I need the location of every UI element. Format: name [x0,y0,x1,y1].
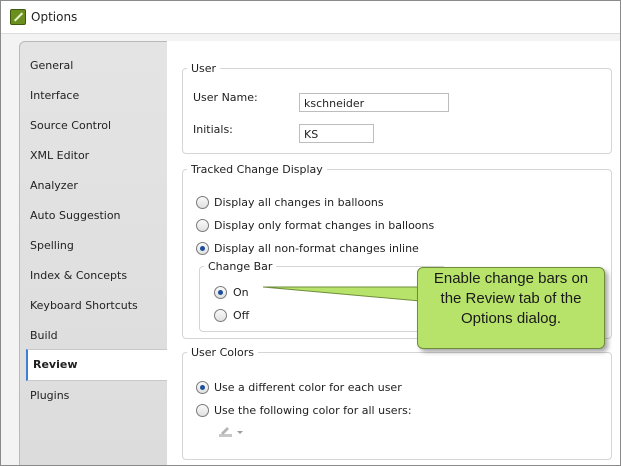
sidebar-item-xml-editor[interactable]: XML Editor [30,149,89,162]
sidebar: General Interface Source Control XML Edi… [19,41,168,465]
change-bar-on-radio[interactable] [214,286,227,299]
sidebar-item-label: Review [33,358,78,371]
following-color-radio[interactable] [196,404,209,417]
balloons-format-radio[interactable] [196,219,209,232]
user-name-label: User Name: [193,91,258,104]
sidebar-item-interface[interactable]: Interface [30,89,79,102]
change-bar-off-radio[interactable] [214,309,227,322]
title-bar: Options [1,1,620,34]
balloons-all-radio[interactable] [196,196,209,209]
inline-changes-label: Display all non-format changes inline [214,242,419,255]
change-bar-group: Change Bar On Off [199,260,446,332]
change-bar-on-label: On [233,286,249,299]
callout-annotation: Enable change bars on the Review tab of … [417,267,605,349]
user-group: User User Name: kschneider Initials: KS [182,62,612,154]
sidebar-item-auto-suggestion[interactable]: Auto Suggestion [30,209,121,222]
options-window: Options General Interface Source Control… [0,0,621,466]
different-color-radio[interactable] [196,381,209,394]
inline-changes-radio[interactable] [196,242,209,255]
sidebar-item-analyzer[interactable]: Analyzer [30,179,78,192]
balloons-format-label: Display only format changes in balloons [214,219,435,232]
chevron-down-icon [237,431,243,434]
user-colors-group: User Colors Use a different color for ea… [182,346,612,460]
balloons-all-label: Display all changes in balloons [214,196,384,209]
paint-brush-icon [219,427,243,437]
tracked-change-legend: Tracked Change Display [191,163,323,176]
sidebar-item-general[interactable]: General [30,59,73,72]
settings-panel: User User Name: kschneider Initials: KS … [167,41,620,465]
sidebar-item-review[interactable]: Review [26,349,168,381]
change-bar-off-label: Off [233,309,250,322]
user-name-field[interactable]: kschneider [299,93,449,112]
sidebar-item-build[interactable]: Build [30,329,58,342]
sidebar-item-index-concepts[interactable]: Index & Concepts [30,269,127,282]
color-picker-dropdown[interactable] [218,425,246,439]
initials-label: Initials: [193,123,233,136]
window-title: Options [31,10,78,24]
sidebar-item-source-control[interactable]: Source Control [30,119,111,132]
callout-text: Enable change bars on the Review tab of … [433,270,589,327]
change-bar-legend: Change Bar [208,260,273,273]
different-color-label: Use a different color for each user [214,381,402,394]
sidebar-item-spelling[interactable]: Spelling [30,239,74,252]
initials-field[interactable]: KS [299,124,374,143]
sidebar-item-keyboard-shortcuts[interactable]: Keyboard Shortcuts [30,299,138,312]
user-group-legend: User [191,62,217,75]
user-colors-legend: User Colors [191,346,255,359]
app-icon [10,9,26,25]
following-color-label: Use the following color for all users: [214,404,412,417]
sidebar-item-plugins[interactable]: Plugins [30,389,69,402]
